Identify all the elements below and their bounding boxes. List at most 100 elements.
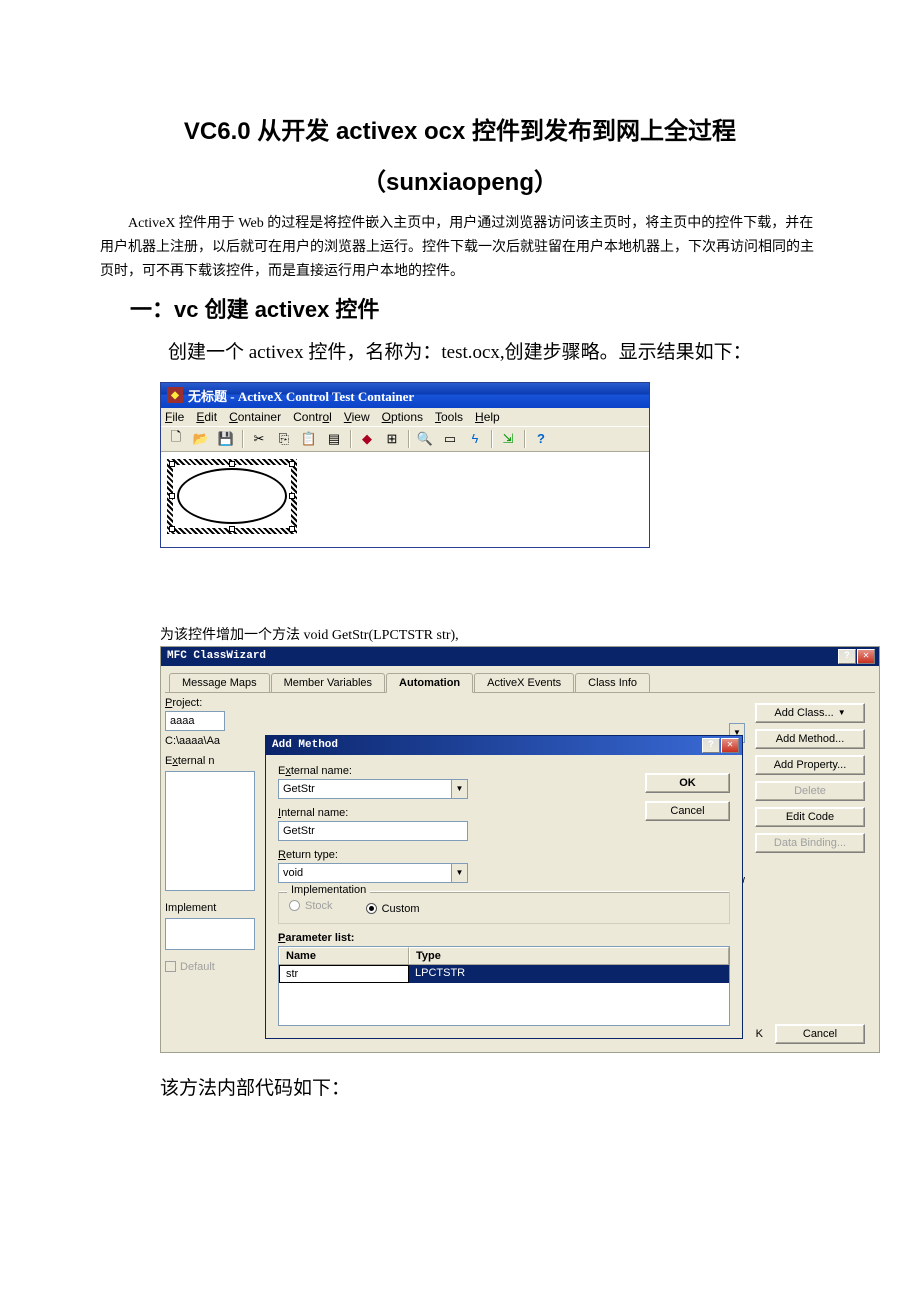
caption-add-method: 为该控件增加一个方法 void GetStr(LPCTSTR str),	[160, 624, 820, 644]
toolbar: 🗋 📂 💾 ✂ ⎘ 📋 ▤ ◆ ⊞ 🔍 ▭ ϟ ⇲ ?	[161, 426, 649, 452]
menu-file[interactable]: File	[165, 410, 184, 424]
resize-handle[interactable]	[289, 461, 295, 467]
cut-icon[interactable]: ✂	[248, 429, 270, 449]
tab-message-maps[interactable]: Message Maps	[169, 673, 270, 693]
close-icon[interactable]: ✕	[721, 738, 739, 753]
window-titlebar: ◆ 无标题 - ActiveX Control Test Container	[161, 383, 649, 408]
radio-icon	[289, 900, 300, 911]
external-name-combo[interactable]: GetStr ▼	[278, 779, 468, 799]
implementation-group: Implementation Stock Custom	[278, 891, 730, 924]
canvas-area[interactable]	[161, 452, 649, 547]
tab-activex-events[interactable]: ActiveX Events	[474, 673, 574, 693]
param-type-cell[interactable]: LPCTSTR	[409, 965, 729, 983]
help-button-icon[interactable]: ?	[838, 649, 856, 664]
tab-automation[interactable]: Automation	[386, 673, 473, 693]
window-title: 无标题 - ActiveX Control Test Container	[188, 386, 414, 405]
menu-container[interactable]: Container	[229, 410, 281, 424]
toolbar-separator	[408, 430, 409, 448]
screenshot-test-container: ◆ 无标题 - ActiveX Control Test Container F…	[160, 382, 650, 548]
chevron-down-icon[interactable]: ▼	[451, 863, 468, 883]
menu-view[interactable]: View	[344, 410, 370, 424]
custom-radio[interactable]: Custom	[366, 903, 420, 915]
body-1: 创建一个 activex 控件，名称为：test.ocx,创建步骤略。显示结果如…	[130, 332, 820, 374]
find-icon[interactable]: 🔍	[414, 429, 436, 449]
radio-icon	[366, 903, 377, 914]
param-name-cell[interactable]: str	[279, 965, 409, 983]
internal-name-input[interactable]: GetStr	[278, 821, 468, 841]
edit-code-button[interactable]: Edit Code	[755, 807, 865, 827]
toolbar-separator	[350, 430, 351, 448]
return-type-combo[interactable]: void ▼	[278, 863, 468, 883]
resize-handle[interactable]	[169, 526, 175, 532]
props-icon[interactable]: ▤	[323, 429, 345, 449]
external-names-list[interactable]	[165, 771, 255, 891]
log-icon[interactable]: ▭	[439, 429, 461, 449]
project-combo[interactable]: aaaa	[165, 711, 225, 731]
activex-control-selected[interactable]	[167, 459, 297, 534]
add-method-button[interactable]: Add Method...	[755, 729, 865, 749]
col-name-header[interactable]: Name	[279, 947, 409, 964]
open-icon[interactable]: 📂	[190, 429, 212, 449]
cancel-button[interactable]: Cancel	[645, 801, 730, 821]
resize-handle[interactable]	[289, 493, 295, 499]
add-method-titlebar: Add Method ? ✕	[266, 736, 742, 755]
cancel-button[interactable]: Cancel	[775, 1024, 865, 1044]
chevron-down-icon[interactable]: ▼	[451, 779, 468, 799]
close-icon[interactable]: ✕	[857, 649, 875, 664]
default-label: Default	[180, 961, 215, 973]
path-text: C:\aaaa\Aa	[165, 735, 255, 747]
save-icon[interactable]: 💾	[215, 429, 237, 449]
add-method-dialog: Add Method ? ✕ OK Cancel External name:	[265, 735, 743, 1039]
resize-handle[interactable]	[289, 526, 295, 532]
app-icon: ◆	[167, 387, 183, 403]
parameter-list-label: Parameter list:	[278, 932, 730, 944]
grid-icon[interactable]: ⊞	[381, 429, 403, 449]
chevron-down-icon: ▼	[838, 708, 846, 717]
intro-paragraph: ActiveX 控件用于 Web 的过程是将控件嵌入主页中，用户通过浏览器访问该…	[100, 212, 820, 283]
delete-button: Delete	[755, 781, 865, 801]
parameter-list[interactable]: Name Type str LPCTSTR	[278, 946, 730, 1026]
arrange-icon[interactable]: ⇲	[497, 429, 519, 449]
menu-edit[interactable]: Edit	[196, 410, 217, 424]
ok-button[interactable]: OK	[645, 773, 730, 793]
run-icon[interactable]: ◆	[356, 429, 378, 449]
add-method-title: Add Method	[272, 739, 338, 751]
resize-handle[interactable]	[229, 526, 235, 532]
resize-handle[interactable]	[229, 461, 235, 467]
default-checkbox	[165, 961, 176, 972]
doc-title: VC6.0 从开发 activex ocx 控件到发布到网上全过程	[100, 110, 820, 153]
tab-row: Message Maps Member Variables Automation…	[169, 672, 879, 692]
screenshot-classwizard: MFC ClassWizard ? ✕ Message Maps Member …	[160, 646, 880, 1053]
return-type-label: Return type:	[278, 849, 730, 861]
tab-member-variables[interactable]: Member Variables	[271, 673, 385, 693]
external-name-input[interactable]: GetStr	[278, 779, 451, 799]
resize-handle[interactable]	[169, 461, 175, 467]
doc-subtitle: （sunxiaopeng）	[100, 161, 820, 204]
add-property-button[interactable]: Add Property...	[755, 755, 865, 775]
stock-radio: Stock	[289, 900, 333, 912]
col-type-header[interactable]: Type	[409, 947, 729, 964]
resize-handle[interactable]	[169, 493, 175, 499]
menu-control[interactable]: Control	[293, 410, 332, 424]
bg-stub: K	[756, 1028, 763, 1040]
menu-options[interactable]: Options	[382, 410, 423, 424]
bolt-icon[interactable]: ϟ	[464, 429, 486, 449]
implementation-label: Implement	[165, 902, 255, 914]
implementation-box	[165, 918, 255, 950]
paste-icon[interactable]: 📋	[298, 429, 320, 449]
add-class-button[interactable]: Add Class...▼	[755, 703, 865, 723]
return-type-input[interactable]: void	[278, 863, 451, 883]
implementation-legend: Implementation	[287, 884, 370, 896]
classwizard-titlebar: MFC ClassWizard ? ✕	[161, 647, 879, 666]
new-icon[interactable]: 🗋	[165, 429, 187, 449]
menu-help[interactable]: Help	[475, 410, 500, 424]
param-row[interactable]: str LPCTSTR	[279, 965, 729, 983]
external-names-label: External n	[165, 755, 255, 767]
help-icon[interactable]: ?	[530, 429, 552, 449]
toolbar-separator	[524, 430, 525, 448]
help-button-icon[interactable]: ?	[702, 738, 720, 753]
copy-icon[interactable]: ⎘	[273, 429, 295, 449]
project-label: Project:	[165, 697, 255, 709]
menu-tools[interactable]: Tools	[435, 410, 463, 424]
tab-class-info[interactable]: Class Info	[575, 673, 650, 693]
